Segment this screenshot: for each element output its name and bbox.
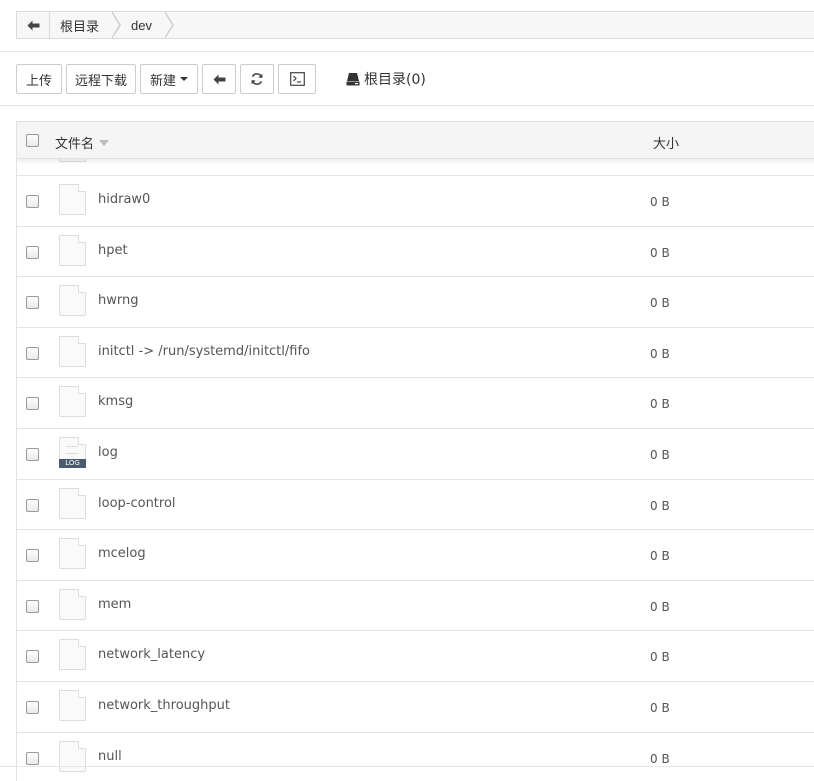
row-checkbox[interactable] [26,447,39,461]
breadcrumb-back-button[interactable] [17,12,50,38]
file-size: 0 B [650,245,670,260]
table-row[interactable]: initctl -> /run/systemd/initctl/fifo 0 B [17,326,814,378]
file-name[interactable]: log [98,445,118,460]
file-icon [59,588,86,620]
table-row[interactable]: network_throughput 0 B [17,680,814,732]
sort-down-icon [99,139,110,146]
back-button[interactable] [202,64,236,94]
file-icon [59,386,86,418]
caret-down-icon [180,77,188,81]
file-size: 0 B [650,650,670,665]
row-checkbox[interactable] [26,245,39,259]
table-row[interactable]: hidraw0 0 B [17,175,814,226]
file-size: 0 B [650,599,670,614]
file-icon [59,234,86,266]
row-checkbox[interactable] [26,346,39,360]
table-row[interactable]: kmsg 0 B [17,377,814,428]
table-body: hidraw0 0 Bhpet 0 Bhwrng 0 Binitctl -> /run… [17,175,814,781]
file-size: 0 B [650,751,670,766]
row-checkbox[interactable] [26,751,39,765]
file-name[interactable]: mem [98,597,131,612]
table-row[interactable]: LOG log 0 B [17,427,814,479]
file-icon [59,335,86,367]
row-checkbox[interactable] [26,195,39,208]
file-size: 0 B [650,397,670,412]
table-row[interactable]: mem 0 B [17,579,814,631]
refresh-icon [251,73,263,85]
disk-info[interactable]: 根目录(0) [346,69,426,89]
disk-info-label: 根目录(0) [364,72,426,88]
table-row[interactable]: network_latency 0 B [17,630,814,681]
log-file-icon: LOG [59,436,86,468]
arrow-left-icon [27,20,39,30]
arrow-left-icon [213,74,225,84]
row-checkbox[interactable] [26,650,39,664]
file-name[interactable]: hpet [98,243,128,258]
toolbar: 上传 远程下载 新建 根目录(0) [16,64,426,94]
row-checkbox[interactable] [26,296,39,310]
file-icon [59,689,86,721]
file-icon [59,538,86,570]
file-icon [59,184,86,215]
terminal-button[interactable] [278,64,316,94]
select-all-checkbox[interactable] [26,134,39,147]
breadcrumb-separator [163,11,174,39]
file-icon [59,639,86,671]
file-icon [59,487,86,519]
file-icon [59,285,86,317]
row-checkbox[interactable] [26,397,39,411]
file-type-tag: LOG [59,458,86,468]
divider [0,105,814,106]
row-checkbox[interactable] [26,549,39,563]
file-size: 0 B [650,296,670,311]
file-name[interactable]: loop-control [98,496,176,511]
file-name[interactable]: initctl -> /run/systemd/initctl/fifo [98,344,310,359]
row-checkbox[interactable] [26,700,39,714]
breadcrumb-separator [111,11,122,39]
file-name[interactable]: hidraw0 [98,192,150,207]
table-row[interactable]: mcelog 0 B [17,529,814,580]
refresh-button[interactable] [240,64,274,94]
row-checkbox[interactable] [26,498,39,512]
table-row[interactable]: loop-control 0 B [17,478,814,530]
file-size: 0 B [650,195,670,209]
row-checkbox[interactable] [26,599,39,613]
table-row[interactable]: hwrng 0 B [17,276,814,327]
divider [0,51,814,52]
file-size: 0 B [650,549,670,564]
file-size: 0 B [650,447,670,462]
breadcrumb-label: 根目录 [60,18,100,34]
table-row[interactable]: hpet 0 B [17,225,814,277]
breadcrumb: 根目录 dev [16,11,814,39]
remote-download-button[interactable]: 远程下载 [66,64,136,94]
new-button-label: 新建 [149,73,176,89]
new-dropdown-button[interactable]: 新建 [140,64,198,94]
file-name[interactable]: hwrng [98,293,138,308]
size-column-header[interactable]: 大小 [653,133,679,152]
name-column-label: 文件名 [55,137,95,152]
table-header: 文件名 大小 [17,121,814,159]
file-name[interactable]: null [98,749,122,764]
file-name[interactable]: network_latency [98,647,205,662]
terminal-icon [289,72,305,86]
file-size: 0 B [650,498,670,513]
divider [0,766,814,767]
name-column-header[interactable]: 文件名 [55,133,110,152]
breadcrumb-item-root[interactable]: 根目录 [50,11,122,39]
file-table: 文件名 大小 hidraw0 0 Bhpet 0 Bhwrng 0 Binitctl … [16,121,814,781]
file-name[interactable]: kmsg [98,394,133,409]
file-name[interactable]: mcelog [98,546,146,561]
upload-button[interactable]: 上传 [16,64,62,94]
file-size: 0 B [650,700,670,715]
breadcrumb-label: dev [131,17,152,33]
table-row[interactable]: null 0 B [17,731,814,781]
file-name[interactable]: network_throughput [98,698,230,713]
hard-drive-icon [346,73,360,86]
file-icon [59,159,86,162]
file-size: 0 B [650,346,670,361]
